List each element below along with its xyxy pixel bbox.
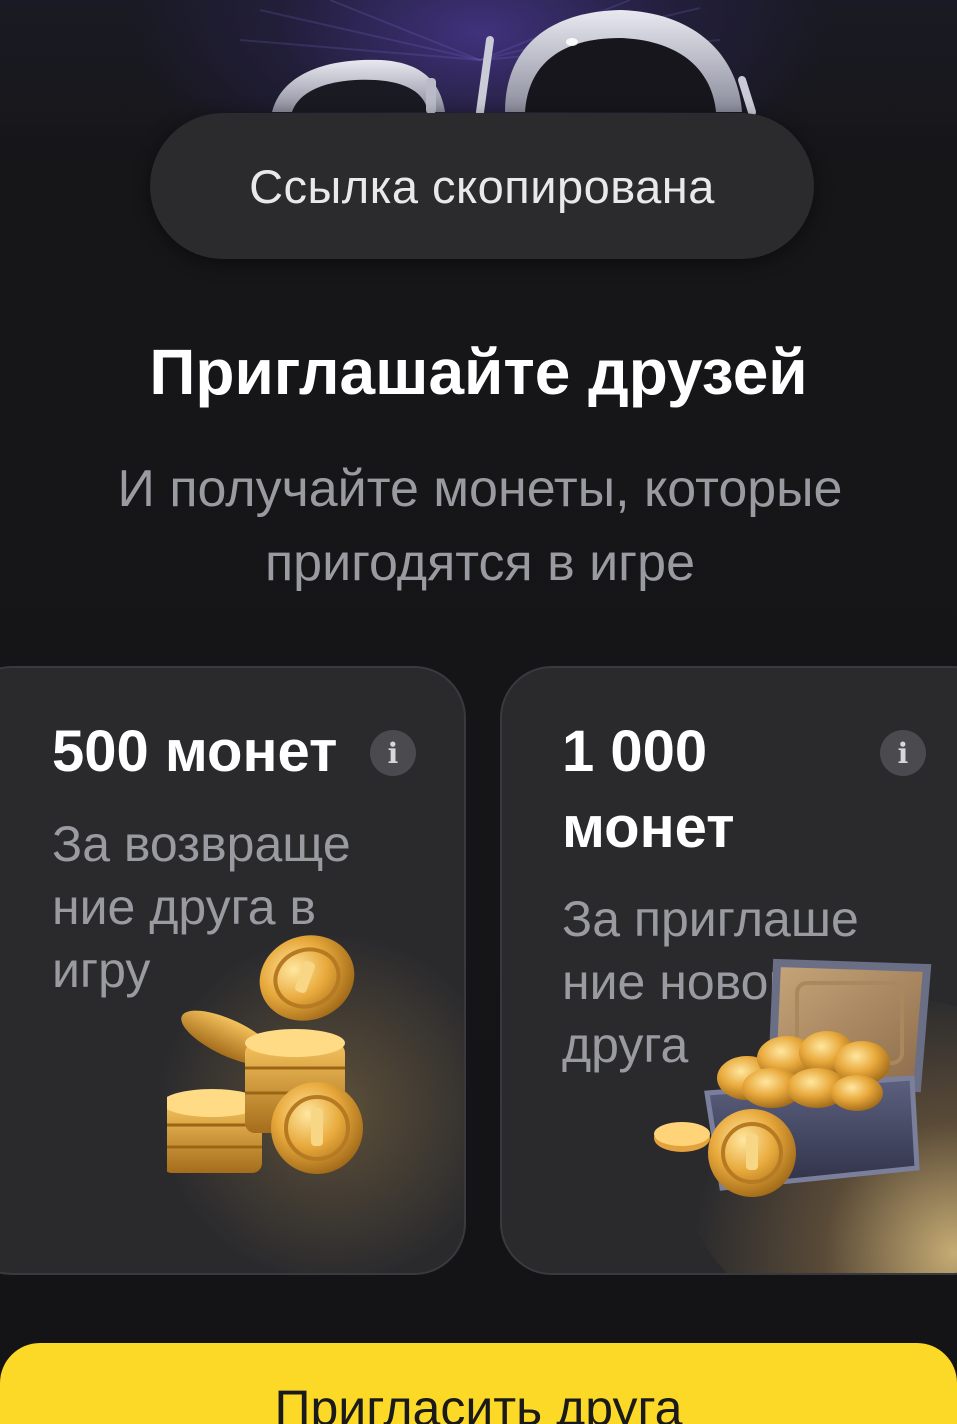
reward-card-return-friend[interactable]: 500 монет i За возвраще ние друга в игру bbox=[0, 666, 466, 1275]
screen: Ссылка скопирована Приглашайте друзей И … bbox=[0, 0, 957, 1424]
info-icon[interactable]: i bbox=[370, 730, 416, 776]
toast-text: Ссылка скопирована bbox=[249, 159, 715, 213]
reward-amount: 1 000 монет bbox=[562, 719, 735, 860]
treasure-chest-icon bbox=[654, 958, 932, 1197]
link-copied-toast: Ссылка скопирована bbox=[150, 113, 814, 259]
page-subtitle: И получайте монеты, которые пригодятся в… bbox=[117, 460, 843, 592]
invite-friend-button-label: Пригласить друга bbox=[274, 1380, 683, 1424]
page-title: Приглашайте друзей bbox=[149, 336, 808, 408]
reward-amount: 500 монет bbox=[52, 719, 338, 784]
info-icon[interactable]: i bbox=[880, 730, 926, 776]
coins-stack-icon bbox=[167, 935, 363, 1174]
reward-card-invite-friend[interactable]: 1 000 монет i За приглаше ние нового дру… bbox=[500, 666, 957, 1275]
invite-friend-button[interactable]: Пригласить друга bbox=[0, 1343, 957, 1424]
